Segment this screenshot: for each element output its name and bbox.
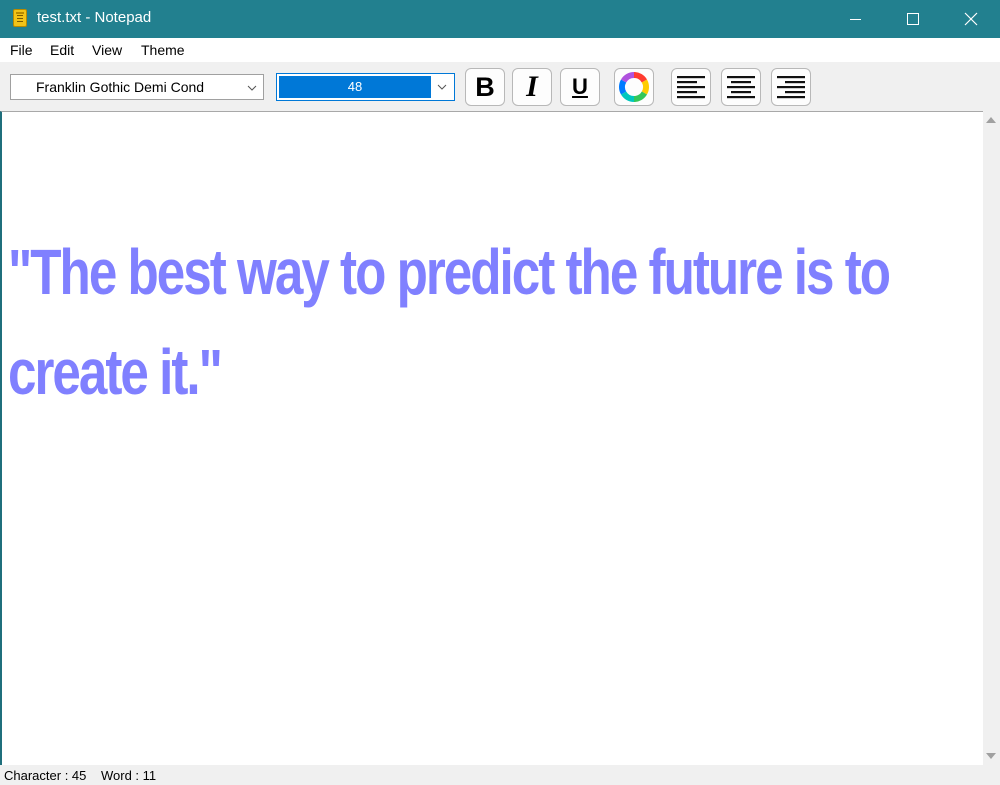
align-right-button[interactable] (771, 68, 811, 106)
font-family-value: Franklin Gothic Demi Cond (36, 79, 205, 95)
font-size-select[interactable]: 48 (276, 73, 455, 101)
text-color-button[interactable] (614, 68, 654, 106)
underline-button[interactable]: U (560, 68, 600, 106)
toolbar: Franklin Gothic Demi Cond 48 B I U (0, 62, 1000, 112)
status-bar: Character : 45 Word : 11 (0, 765, 1000, 785)
align-right-icon (777, 76, 805, 99)
window-title: test.txt - Notepad (37, 9, 152, 26)
chevron-down-icon (437, 84, 447, 90)
align-center-icon (727, 76, 755, 99)
font-family-select[interactable]: Franklin Gothic Demi Cond (10, 74, 264, 100)
character-count: Character : 45 (4, 768, 87, 783)
bold-button[interactable]: B (465, 68, 505, 106)
align-center-button[interactable] (721, 68, 761, 106)
menu-file[interactable]: File (10, 42, 33, 58)
italic-button[interactable]: I (512, 68, 552, 106)
menu-bar: File Edit View Theme (0, 38, 1000, 62)
align-left-icon (677, 76, 705, 99)
menu-theme[interactable]: Theme (141, 42, 185, 58)
bold-icon: B (475, 72, 495, 102)
word-count: Word : 11 (101, 768, 157, 783)
scroll-up-arrow-icon[interactable] (986, 117, 996, 123)
menu-view[interactable]: View (92, 42, 122, 58)
title-bar[interactable]: test.txt - Notepad (0, 0, 1000, 38)
underline-icon: U (572, 74, 588, 99)
close-icon (964, 12, 978, 26)
notepad-app-icon (13, 9, 27, 27)
chevron-down-icon (247, 85, 257, 91)
vertical-scrollbar[interactable] (983, 111, 1000, 765)
minimize-button[interactable] (826, 0, 884, 38)
color-wheel-icon (619, 71, 649, 103)
menu-edit[interactable]: Edit (50, 42, 74, 58)
editor-content[interactable]: "The best way to predict the future is t… (8, 222, 928, 422)
italic-icon: I (526, 70, 538, 103)
text-editor[interactable]: "The best way to predict the future is t… (0, 111, 983, 765)
maximize-button[interactable] (884, 0, 942, 38)
align-left-button[interactable] (671, 68, 711, 106)
close-button[interactable] (942, 0, 1000, 38)
font-size-value: 48 (279, 76, 431, 98)
scroll-down-arrow-icon[interactable] (986, 753, 996, 759)
